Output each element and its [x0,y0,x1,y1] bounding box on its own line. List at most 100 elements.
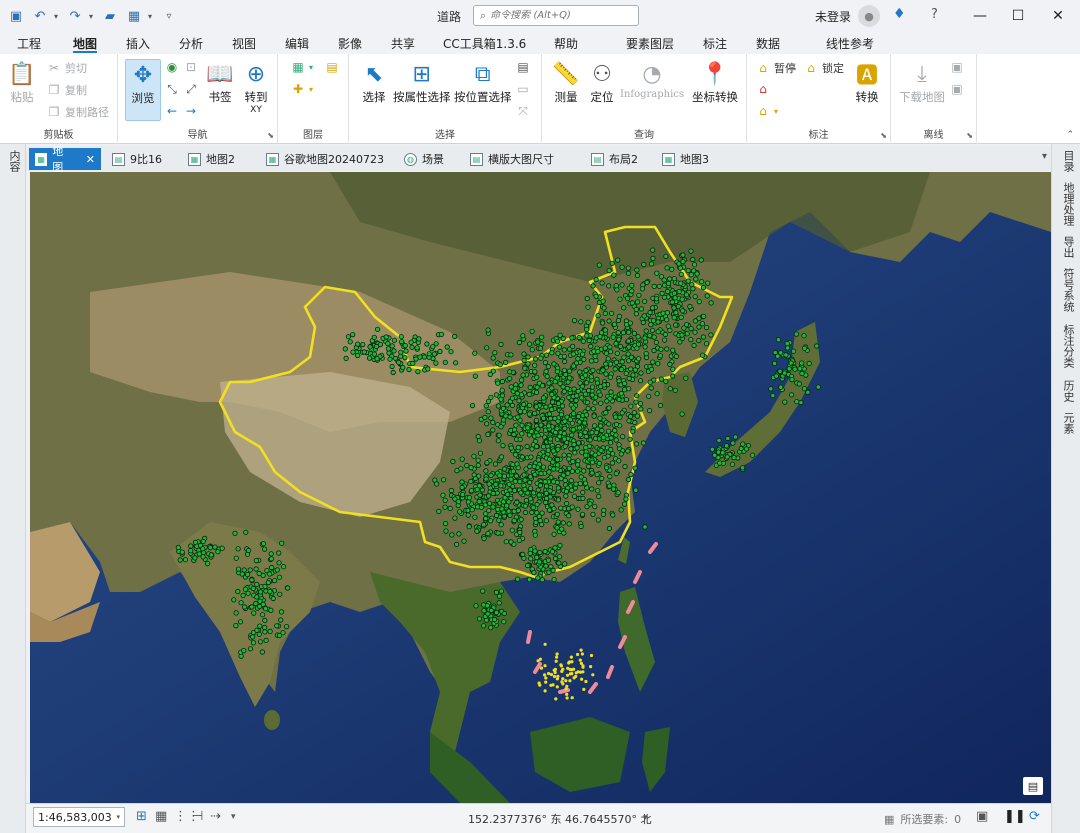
direction-icon[interactable]: ⇢ [210,809,221,824]
signin-status[interactable]: 未登录 [815,8,851,25]
tab-analysis[interactable]: 分析 [179,35,203,53]
full-extent-button[interactable]: ◉ ⊡ [164,60,199,74]
attributes-button[interactable]: ▤ [515,60,531,74]
convert-coordinates-button[interactable]: 📍 坐标转换 [692,59,738,105]
close-tab-icon[interactable]: ✕ [86,153,95,166]
avatar[interactable]: ● [858,5,880,27]
contents-pane-collapsed[interactable]: 内容 [0,144,26,833]
convert-labels-button[interactable]: 🅰 转换 [851,59,883,105]
bookmarks-button[interactable]: 📖 书签 [204,59,236,105]
view-tab-map2[interactable]: ▦ 地图2 [182,148,241,170]
contents-tab[interactable]: 内容 [6,150,22,172]
cut-button[interactable]: ✂ 剪切 [46,60,87,76]
view-tab-scene[interactable]: ◍ 场景 [398,148,450,170]
view-tab-landscape-layout[interactable]: ▤ 横版大图尺寸 [464,148,560,170]
save-dropdown-icon[interactable]: ▾ [148,12,152,21]
tab-help[interactable]: 帮助 [554,35,578,53]
tab-edit[interactable]: 编辑 [285,35,309,53]
grid-icon[interactable]: ▦ [155,809,167,824]
tab-project[interactable]: 工程 [17,35,41,53]
help-icon[interactable]: ? [931,7,938,22]
view-tab-map[interactable]: ▦ 地图 ✕ [29,145,101,174]
save-icon[interactable]: ▦ [124,6,144,26]
command-search[interactable]: ⌕ [473,5,639,26]
redo-icon[interactable]: ↷ [65,6,85,26]
sync-button[interactable]: ▣ [949,60,965,74]
select-by-attributes-button[interactable]: ⊞ 按属性选择 [393,59,451,105]
lock-labels-button[interactable]: ⌂ 锁定 [803,60,844,76]
history-tab[interactable]: 历史 [1060,380,1076,402]
labeling-launcher-icon[interactable]: ⬊ [880,131,887,140]
pause-labels-button[interactable]: ⌂ 暂停 [755,60,796,76]
measure-button[interactable]: 📏 测量 [550,59,582,105]
goto-xy-button[interactable]: ⊕ 转到 XY [240,59,272,116]
zoom-to-selection-button[interactable]: ⤧ [515,104,531,119]
explore-button[interactable]: ✥ 浏览 [125,59,161,121]
redo-dropdown-icon[interactable]: ▾ [89,12,93,21]
locate-button[interactable]: ⚇ 定位 [586,59,618,105]
snapping-icon[interactable]: ⊞ [136,809,147,824]
elements-tab[interactable]: 元素 [1060,412,1076,434]
road-point [520,551,526,557]
map-canvas[interactable] [30,172,1051,803]
tab-labeling[interactable]: 标注 [703,35,727,53]
refresh-selection-icon[interactable]: ▣ [976,809,988,824]
view-tab-map3[interactable]: ▦ 地图3 [656,148,715,170]
copy-path-button[interactable]: ❐ 复制路径 [46,104,109,120]
undo-icon[interactable]: ↶ [30,6,50,26]
customize-icon[interactable]: ▿ [159,6,179,26]
tab-share[interactable]: 共享 [391,35,415,53]
select-button[interactable]: ⬉ 选择 [358,59,390,105]
copy-button[interactable]: ❐ 复制 [46,82,87,98]
project-icon[interactable]: ▣ [6,6,26,26]
tab-insert[interactable]: 插入 [126,35,150,53]
map-view[interactable]: ▤ [30,172,1051,803]
more-labeling-button[interactable]: ⌂ ▾ [755,104,778,118]
paste-button[interactable]: 📋 粘贴 [6,59,38,105]
clear-selection-button[interactable]: ▭ [515,82,531,96]
tab-feature-layer[interactable]: 要素图层 [626,35,674,53]
scale-selector[interactable]: 1:46,583,003 ▾ [33,807,125,827]
view-tab-google-map[interactable]: ▦ 谷歌地图20240723 [260,148,390,170]
constraint-icon[interactable]: ⊣ [192,809,203,824]
tab-imagery[interactable]: 影像 [338,35,362,53]
remove-offline-button[interactable]: ▣ [949,82,965,96]
symbology-tab[interactable]: 符号系统 [1060,268,1076,312]
tab-cc-toolbox[interactable]: CC工具箱1.3.6 [443,35,526,53]
coordinate-format-dropdown-icon[interactable]: ▾ [643,813,648,823]
command-search-input[interactable] [490,10,631,21]
tab-data[interactable]: 数据 [756,35,780,53]
tab-overflow-icon[interactable]: ▾ [1042,151,1047,162]
tools-dropdown-icon[interactable]: ▾ [231,812,236,822]
fixed-zoom-button[interactable]: ⤡ ⤢ [164,82,199,97]
view-unplaced-button[interactable]: ⌂ [755,82,771,96]
notification-icon[interactable]: ♦ [893,6,906,22]
pause-drawing-icon[interactable]: ❚❚ [1004,809,1026,824]
tab-view[interactable]: 视图 [232,35,256,53]
tab-linear-referencing[interactable]: 线性参考 [826,35,874,53]
collapse-ribbon-icon[interactable]: ⌃ [1066,130,1074,140]
road-point [442,504,448,510]
download-map-button[interactable]: ⤓ 下载地图 [899,59,945,105]
back-forward-buttons[interactable]: ← → [164,104,199,118]
infographics-button[interactable]: ◔ Infographics [620,59,684,101]
tab-map[interactable]: 地图 [73,35,98,53]
add-data-button[interactable]: ✚ ▾ [290,82,313,96]
map-legend-button[interactable]: ▤ [1023,777,1043,795]
view-tab-9x16[interactable]: ▤ 9比16 [106,148,168,170]
refresh-icon[interactable]: ⟳ [1029,809,1040,824]
close-button[interactable]: ✕ [1036,0,1080,32]
catalog-tab[interactable]: 目录 [1060,150,1076,172]
maximize-button[interactable]: ☐ [996,0,1040,32]
label-class-tab[interactable]: 标注分类 [1060,324,1076,368]
open-folder-icon[interactable]: ▰ [100,6,120,26]
export-tab[interactable]: 导出 [1060,236,1076,258]
offline-launcher-icon[interactable]: ⬊ [966,131,973,140]
navigate-launcher-icon[interactable]: ⬊ [267,131,274,140]
view-tab-layout2[interactable]: ▤ 布局2 [585,148,644,170]
add-preset-button[interactable]: ▤ [324,60,340,74]
select-by-location-button[interactable]: ⧉ 按位置选择 [454,59,512,105]
undo-dropdown-icon[interactable]: ▾ [54,12,58,21]
basemap-button[interactable]: ▦ ▾ [290,60,313,74]
geoprocessing-tab[interactable]: 地理处理 [1060,182,1076,226]
